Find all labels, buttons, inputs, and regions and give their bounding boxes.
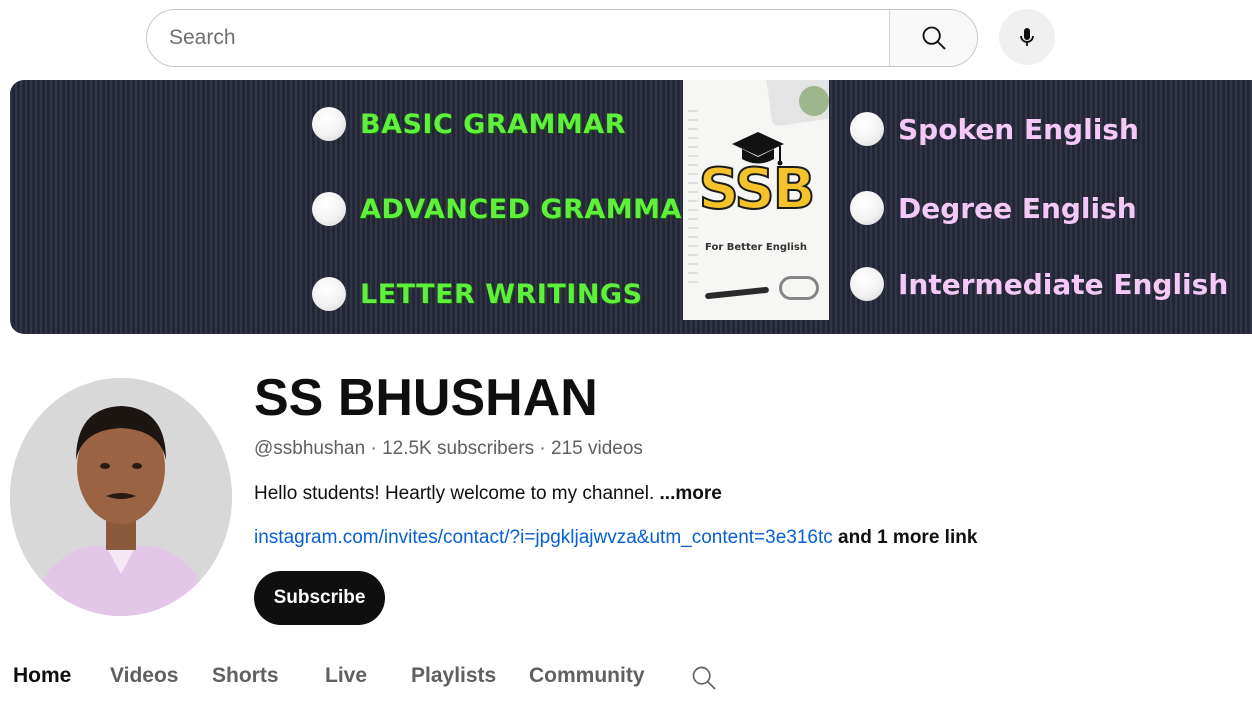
search-button[interactable]	[889, 10, 977, 66]
channel-name: SS BHUSHAN	[254, 369, 598, 427]
glasses-decoration	[779, 276, 819, 300]
channel-description[interactable]: Hello students! Heartly welcome to my ch…	[254, 483, 722, 505]
bullet-icon	[312, 192, 346, 226]
banner-text: BASIC GRAMMAR	[360, 108, 626, 140]
bullet-icon	[312, 277, 346, 311]
banner-text: Degree English	[898, 191, 1137, 225]
channel-banner: BASIC GRAMMAR ADVANCED GRAMMAR LETTER WR…	[10, 80, 1252, 334]
logo-tagline: For Better English	[705, 242, 807, 253]
pen-decoration	[704, 286, 770, 300]
channel-page: BASIC GRAMMAR ADVANCED GRAMMAR LETTER WR…	[0, 0, 1252, 709]
subscribe-button[interactable]: Subscribe	[254, 571, 385, 625]
search-icon	[922, 26, 945, 50]
search-box	[146, 9, 978, 67]
banner-item: ADVANCED GRAMMAR	[312, 192, 703, 226]
mic-icon	[1020, 28, 1034, 46]
description-more-link[interactable]: ...more	[660, 483, 722, 504]
avatar[interactable]	[10, 378, 232, 616]
banner-item: Degree English	[850, 191, 1137, 225]
search-input[interactable]	[147, 10, 889, 66]
tab-community[interactable]: Community	[529, 664, 645, 688]
tab-live[interactable]: Live	[325, 664, 367, 688]
search-icon	[692, 666, 716, 690]
channel-meta: @ssbhushan · 12.5K subscribers · 215 vid…	[254, 438, 643, 459]
channel-links: instagram.com/invites/contact/?i=jpgklja…	[254, 527, 977, 549]
bullet-icon	[312, 107, 346, 141]
tab-search-button[interactable]	[690, 664, 718, 697]
tab-videos[interactable]: Videos	[110, 664, 178, 688]
description-text: Hello students! Heartly welcome to my ch…	[254, 483, 660, 504]
bullet-icon	[850, 267, 884, 301]
avatar-icon	[10, 378, 232, 616]
logo-text: SSB	[698, 157, 817, 222]
banner-text: Intermediate English	[898, 267, 1229, 301]
bullet-icon	[850, 191, 884, 225]
banner-text: LETTER WRITINGS	[360, 278, 643, 310]
voice-search-button[interactable]	[999, 9, 1055, 65]
bullet-icon	[850, 112, 884, 146]
plant-decoration	[799, 86, 829, 116]
tab-shorts[interactable]: Shorts	[212, 664, 279, 688]
banner-item: LETTER WRITINGS	[312, 277, 643, 311]
banner-item: Spoken English	[850, 112, 1139, 146]
tab-home[interactable]: Home	[13, 664, 71, 688]
more-links[interactable]: and 1 more link	[833, 527, 977, 548]
banner-item: Intermediate English	[850, 267, 1228, 301]
banner-text: Spoken English	[898, 112, 1139, 146]
channel-tabs: Home Videos Shorts Live Playlists Commun…	[0, 658, 1252, 698]
channel-link[interactable]: instagram.com/invites/contact/?i=jpgklja…	[254, 527, 833, 548]
banner-text: ADVANCED GRAMMAR	[360, 193, 704, 225]
tab-playlists[interactable]: Playlists	[411, 664, 496, 688]
banner-item: BASIC GRAMMAR	[312, 107, 626, 141]
banner-logo: SSB For Better English	[683, 80, 829, 320]
